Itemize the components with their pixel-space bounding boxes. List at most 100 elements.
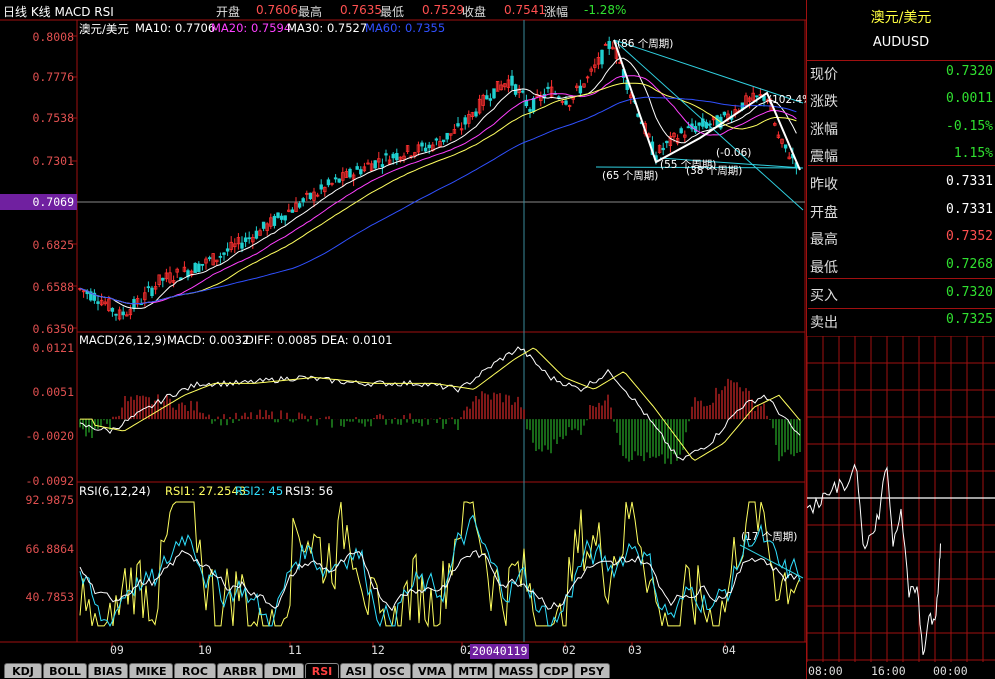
- tab-dmi[interactable]: DMI: [264, 663, 304, 678]
- quote-row: 开盘 0.7331: [808, 196, 995, 223]
- main-ytick: 0.7301: [32, 154, 74, 168]
- tab-psy[interactable]: PSY: [574, 663, 610, 678]
- quote-row: 最高 0.7352: [808, 223, 995, 250]
- quote-row-value: 0.7331: [946, 174, 993, 189]
- macd-series: [79, 346, 801, 465]
- xaxis-month: 09: [110, 643, 124, 657]
- main-ytick: 0.6350: [32, 322, 74, 336]
- xaxis-month: 11: [288, 643, 302, 657]
- chart-canvas[interactable]: (86 个周期) (65 个周期) (55 个周期) (38 个周期) (-0.…: [0, 0, 806, 662]
- ma10-value: MA10: 0.7706: [135, 21, 216, 35]
- xaxis-month: 04: [722, 643, 736, 657]
- rsi-ytick: 66.8864: [25, 542, 74, 556]
- quote-row-value: 0.7352: [946, 229, 993, 244]
- macd-ytick: 0.0121: [32, 341, 74, 355]
- macd-value: MACD: 0.0032: [167, 333, 250, 347]
- tab-mtm[interactable]: MTM: [453, 663, 493, 678]
- quote-divider: [808, 308, 995, 309]
- candlestick-series: [78, 36, 799, 321]
- tab-arbr[interactable]: ARBR: [217, 663, 263, 678]
- quote-row-value: 0.0011: [946, 91, 993, 106]
- main-ytick: 0.6588: [32, 280, 74, 294]
- dea-value: DEA: 0.0101: [321, 333, 393, 347]
- quote-row: 最低 0.7268: [808, 251, 995, 278]
- quote-row-label: 卖出: [810, 315, 838, 331]
- tab-mass[interactable]: MASS: [494, 663, 538, 678]
- quote-row-value: 1.15%: [953, 146, 993, 161]
- quote-row-value: 0.7331: [946, 202, 993, 217]
- rsi-legend-name: RSI(6,12,24): [79, 484, 151, 498]
- quote-row-label: 震幅: [810, 149, 838, 165]
- quote-row: 昨收 0.7331: [808, 168, 995, 195]
- main-legend-name: 澳元/美元: [79, 22, 129, 36]
- trendline-annotations: (86 个周期) (65 个周期) (55 个周期) (38 个周期) (-0.…: [602, 38, 806, 182]
- quote-row-value: 0.7320: [946, 285, 993, 300]
- tab-cdp[interactable]: CDP: [539, 663, 573, 678]
- tab-boll[interactable]: BOLL: [43, 663, 87, 678]
- quote-row-label: 涨跌: [810, 94, 838, 110]
- tab-vma[interactable]: VMA: [412, 663, 452, 678]
- rsi-ytick: 40.7853: [25, 590, 74, 604]
- svg-text:(-0.06): (-0.06): [716, 147, 751, 159]
- quote-row-label: 涨幅: [810, 122, 838, 138]
- main-ytick: 0.7776: [32, 70, 74, 84]
- tab-asi[interactable]: ASI: [340, 663, 372, 678]
- indicator-tab-bar: KDJ BOLL BIAS MIKE ROC ARBR DMI RSI ASI OSC VMA MTM…: [0, 662, 806, 679]
- ma30-value: MA30: 0.7527: [287, 21, 368, 35]
- intraday-time: 00:00: [933, 664, 968, 678]
- intraday-time: 08:00: [808, 664, 843, 678]
- quote-header: 澳元/美元 AUDUSD: [807, 0, 995, 61]
- main-ytick: 0.7538: [32, 111, 74, 125]
- quote-row: 震幅 1.15%: [808, 140, 995, 167]
- quote-divider: [808, 278, 995, 279]
- ma60-value: MA60: 0.7355: [365, 21, 446, 35]
- quote-row-label: 开盘: [810, 205, 838, 221]
- quote-row: 涨跌 0.0011: [808, 85, 995, 112]
- tab-rsi[interactable]: RSI: [305, 663, 339, 678]
- svg-text:(102.4%): (102.4%): [768, 94, 806, 106]
- intraday-time: 16:00: [871, 664, 906, 678]
- macd-ytick: -0.0092: [25, 474, 74, 488]
- intraday-chart[interactable]: [807, 336, 995, 662]
- tab-mike[interactable]: MIKE: [129, 663, 173, 678]
- rsi-legend: RSI(6,12,24) RSI1: 27.2543 RSI2: 45 RSI3…: [79, 484, 499, 498]
- quote-divider: [808, 165, 995, 166]
- macd-ytick: -0.0020: [25, 429, 74, 443]
- tab-bias[interactable]: BIAS: [88, 663, 128, 678]
- quote-row-label: 最低: [810, 260, 838, 276]
- quote-name: 澳元/美元: [870, 10, 932, 26]
- tab-osc[interactable]: OSC: [373, 663, 411, 678]
- quote-row-value: 0.7325: [946, 312, 993, 327]
- rsi-series: [79, 501, 801, 628]
- quote-row-value: 0.7268: [946, 257, 993, 272]
- cursor-price-label: 0.7069: [0, 194, 77, 210]
- macd-legend-name: MACD(26,12,9): [79, 333, 167, 347]
- ma20-value: MA20: 0.7594: [211, 21, 292, 35]
- xaxis-month: 03: [628, 643, 642, 657]
- rsi3-value: RSI3: 56: [285, 484, 334, 498]
- quote-row-label: 买入: [810, 288, 838, 304]
- xaxis-month: 02: [562, 643, 576, 657]
- main-ytick: 0.6825: [32, 238, 74, 252]
- xaxis-month: 12: [371, 643, 385, 657]
- diff-value: DIFF: 0.0085: [245, 333, 318, 347]
- quote-row-value: 0.7320: [946, 64, 993, 79]
- tab-roc[interactable]: ROC: [174, 663, 216, 678]
- quote-symbol: AUDUSD: [872, 35, 930, 50]
- svg-text:(38 个周期): (38 个周期): [686, 165, 742, 177]
- quote-row: 买入 0.7320: [808, 279, 995, 306]
- quote-row: 现价 0.7320: [808, 58, 995, 85]
- quote-row-label: 昨收: [810, 177, 838, 193]
- svg-text:(65 个周期): (65 个周期): [602, 170, 658, 182]
- quote-row-label: 最高: [810, 232, 838, 248]
- svg-text:(86 个周期): (86 个周期): [617, 38, 673, 50]
- rsi2-value: RSI2: 45: [235, 484, 284, 498]
- rsi1-value: RSI1: 27.2543: [165, 484, 247, 498]
- rsi-trendline[interactable]: [739, 544, 804, 579]
- quote-row: 卖出 0.7325: [808, 306, 995, 333]
- main-legend: 澳元/美元 MA10: 0.7706 MA20: 0.7594 MA30: 0.…: [79, 21, 499, 36]
- macd-ytick: 0.0051: [32, 385, 74, 399]
- quote-row-label: 现价: [810, 67, 838, 83]
- tab-kdj[interactable]: KDJ: [4, 663, 42, 678]
- rsi-annotation: (17 个周期): [741, 531, 797, 543]
